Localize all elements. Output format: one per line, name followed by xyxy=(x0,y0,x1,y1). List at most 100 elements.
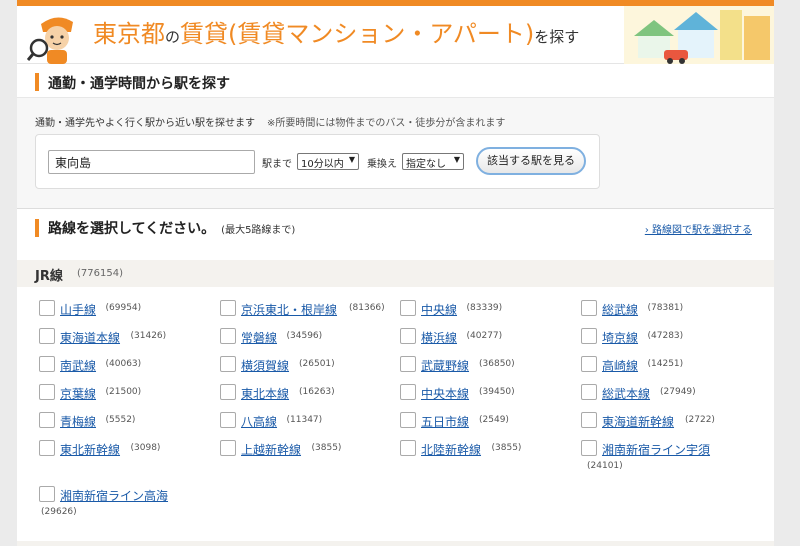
line-item[interactable]: 湘南新宿ライン高海 (29626) xyxy=(39,486,214,522)
heading-accent-bar xyxy=(35,73,39,91)
chevron-down-icon: ▼ xyxy=(453,155,460,164)
city-illustration-icon xyxy=(624,6,774,66)
line-count: (83339) xyxy=(466,303,503,313)
transfer-select[interactable]: 指定なし ▼ xyxy=(402,153,464,170)
page-title: 東京都の賃貸(賃貸マンション・アパート)を探す xyxy=(93,14,579,49)
line-name-link[interactable]: 五日市線 xyxy=(421,413,469,430)
title-suffix: を探す xyxy=(534,28,580,46)
line-checkbox[interactable] xyxy=(39,440,55,456)
title-rest: 賃貸(賃貸マンション・アパート) xyxy=(180,20,535,48)
line-count: (39450) xyxy=(479,387,515,397)
line-name-link[interactable]: 北陸新幹線 xyxy=(421,441,481,458)
line-count: (40277) xyxy=(466,331,503,341)
page-header: 東京都の賃貸(賃貸マンション・アパート)を探す xyxy=(17,6,774,66)
line-name-link[interactable]: 東北新幹線 xyxy=(60,441,120,458)
title-no: の xyxy=(165,28,181,46)
commute-section-header: 通勤・通学時間から駅を探す xyxy=(17,64,774,98)
line-item[interactable]: 北陸新幹線 (3855) xyxy=(400,440,575,476)
title-main: 東京都 xyxy=(93,20,165,48)
line-name-link[interactable]: 京浜東北・根岸線 xyxy=(241,301,337,318)
line-count: (47283) xyxy=(647,331,684,341)
line-name-link[interactable]: 八高線 xyxy=(241,413,277,430)
line-checkbox[interactable] xyxy=(39,328,55,344)
commute-description-row: 通勤・通学先やよく行く駅から近い駅を探せます ※所要時間には物件までのバス・徒歩分… xyxy=(35,114,505,129)
line-name-link[interactable]: 高崎線 xyxy=(602,357,638,374)
line-checkbox[interactable] xyxy=(220,440,236,456)
line-name-link[interactable]: 武蔵野線 xyxy=(421,357,469,374)
line-name-link[interactable]: 東海道新幹線 xyxy=(602,413,674,430)
mascot-magnifier-icon xyxy=(27,17,73,64)
line-checkbox[interactable] xyxy=(39,384,55,400)
line-select-section: 路線を選択してください。 (最大5路線まで) › 路線図で駅を選択する JR線 (… xyxy=(17,209,774,546)
line-name-link[interactable]: 東海道本線 xyxy=(60,329,120,346)
line-count: (26501) xyxy=(299,359,335,369)
line-section-header: 路線を選択してください。 (最大5路線まで) › 路線図で駅を選択する xyxy=(17,209,774,245)
page-container: 東京都の賃貸(賃貸マンション・アパート)を探す 通勤・通学時間から駅を探す 通勤… xyxy=(17,0,774,546)
line-name-link[interactable]: 横須賀線 xyxy=(241,357,289,374)
line-checkbox[interactable] xyxy=(220,300,236,316)
commute-search-section: 通勤・通学時間から駅を探す 通勤・通学先やよく行く駅から近い駅を探せます ※所要時… xyxy=(17,64,774,209)
find-stations-button[interactable]: 該当する駅を見る xyxy=(476,147,586,175)
commute-heading: 通勤・通学時間から駅を探す xyxy=(48,76,230,92)
line-name-link[interactable]: 総武線 xyxy=(602,301,638,318)
line-checkbox[interactable] xyxy=(39,300,55,316)
line-name-link[interactable]: 中央本線 xyxy=(421,385,469,402)
line-count: (36850) xyxy=(479,359,515,369)
line-checkbox[interactable] xyxy=(220,412,236,428)
line-heading: 路線を選択してください。 xyxy=(48,221,216,237)
line-name-link[interactable]: 中央線 xyxy=(421,301,457,318)
line-name-link[interactable]: 横浜線 xyxy=(421,329,457,346)
line-count: (27949) xyxy=(660,387,696,397)
line-checkbox[interactable] xyxy=(581,412,597,428)
line-name-link[interactable]: 南武線 xyxy=(60,357,96,374)
line-name-link[interactable]: 埼京線 xyxy=(602,329,638,346)
line-count: (31426) xyxy=(130,331,167,341)
next-group-header xyxy=(17,541,774,546)
line-checkbox[interactable] xyxy=(581,356,597,372)
line-name-link[interactable]: 山手線 xyxy=(60,301,96,318)
line-checkbox[interactable] xyxy=(400,384,416,400)
line-item[interactable]: 湘南新宿ライン宇須 (24101) xyxy=(581,440,756,476)
line-count: (29626) xyxy=(41,507,77,517)
line-checkbox[interactable] xyxy=(400,440,416,456)
transfer-label: 乗換え xyxy=(367,159,397,170)
line-name-link[interactable]: 京葉線 xyxy=(60,385,96,402)
line-item[interactable]: 上越新幹線 (3855) xyxy=(220,440,395,476)
line-name-link[interactable]: 上越新幹線 xyxy=(241,441,301,458)
line-count: (78381) xyxy=(647,303,684,313)
line-count: (2549) xyxy=(479,415,509,425)
transfer-select-value: 指定なし xyxy=(406,159,446,170)
commute-description: 通勤・通学先やよく行く駅から近い駅を探せます xyxy=(35,118,255,129)
group-name: JR線 xyxy=(35,269,63,284)
line-name-link[interactable]: 東北本線 xyxy=(241,385,289,402)
line-checkbox[interactable] xyxy=(400,300,416,316)
line-count: (69954) xyxy=(105,303,142,313)
line-checkbox[interactable] xyxy=(400,412,416,428)
station-input[interactable] xyxy=(48,150,255,174)
route-map-link-label: 路線図で駅を選択する xyxy=(652,225,752,236)
line-count: (34596) xyxy=(286,331,323,341)
jr-line-group-header: JR線 (776154) xyxy=(17,260,774,287)
line-checkbox[interactable] xyxy=(400,328,416,344)
line-checkbox[interactable] xyxy=(400,356,416,372)
line-checkbox[interactable] xyxy=(39,412,55,428)
line-checkbox[interactable] xyxy=(581,384,597,400)
line-name-link[interactable]: 常磐線 xyxy=(241,329,277,346)
line-checkbox[interactable] xyxy=(220,384,236,400)
line-count: (2722) xyxy=(685,415,715,425)
line-checkbox[interactable] xyxy=(220,328,236,344)
time-select[interactable]: 10分以内 ▼ xyxy=(297,153,359,170)
line-checkbox[interactable] xyxy=(581,440,597,456)
line-name-link[interactable]: 湘南新宿ライン宇須 xyxy=(602,441,710,458)
line-checkbox[interactable] xyxy=(220,356,236,372)
line-item[interactable]: 東北新幹線 (3098) xyxy=(39,440,214,476)
line-checkbox[interactable] xyxy=(39,486,55,502)
route-map-link[interactable]: › 路線図で駅を選択する xyxy=(645,221,752,236)
to-station-label: 駅まで xyxy=(262,159,292,170)
line-checkbox[interactable] xyxy=(581,300,597,316)
line-name-link[interactable]: 総武本線 xyxy=(602,385,650,402)
line-checkbox[interactable] xyxy=(581,328,597,344)
line-name-link[interactable]: 青梅線 xyxy=(60,413,96,430)
line-name-link[interactable]: 湘南新宿ライン高海 xyxy=(60,487,168,504)
line-checkbox[interactable] xyxy=(39,356,55,372)
